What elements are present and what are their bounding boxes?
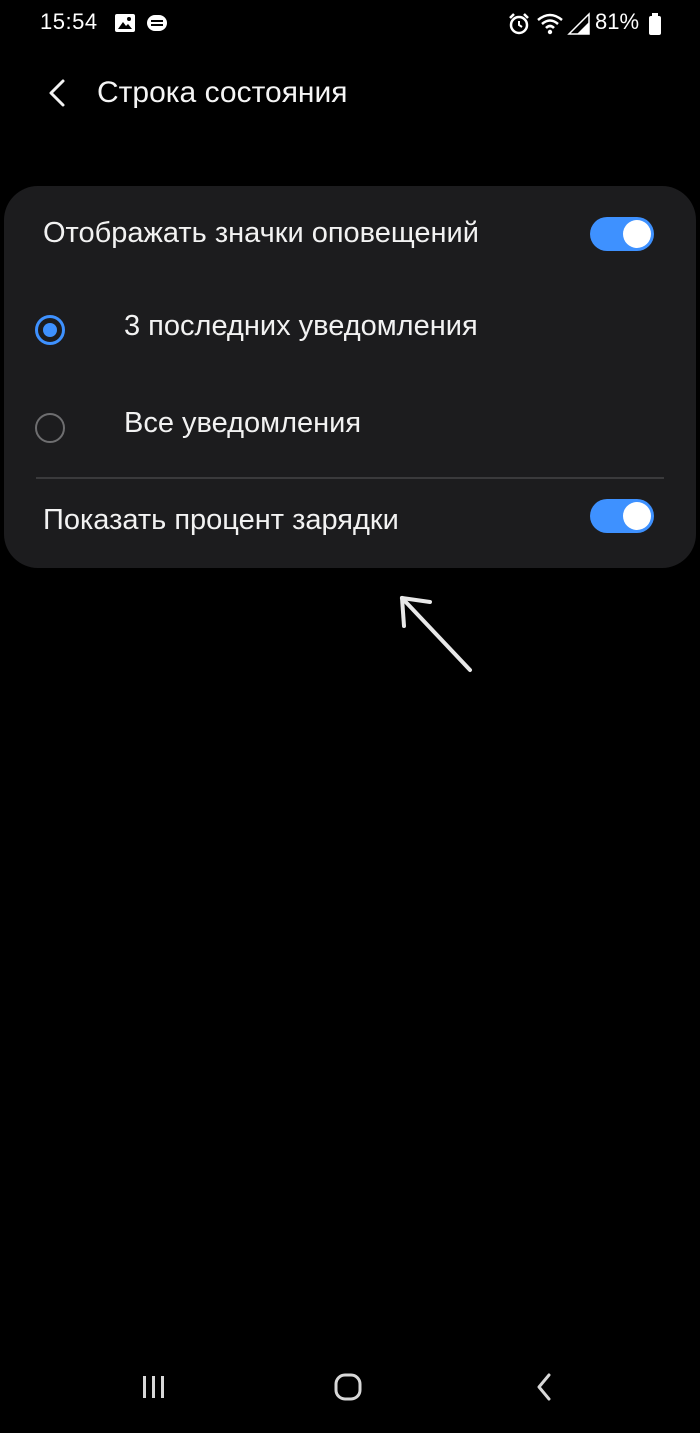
battery-icon xyxy=(648,12,662,40)
recent-apps-button[interactable] xyxy=(124,1366,184,1412)
show-notification-icons-toggle[interactable] xyxy=(590,217,654,251)
show-battery-percent-row[interactable]: Показать процент зарядки xyxy=(4,478,696,568)
gallery-icon xyxy=(114,13,136,37)
option-last-three-radio[interactable] xyxy=(35,315,65,345)
chevron-left-icon xyxy=(46,78,68,112)
status-bar: 15:54 81% xyxy=(0,0,700,50)
toggle-knob xyxy=(623,220,651,248)
show-battery-percent-label: Показать процент зарядки xyxy=(43,504,399,536)
option-all-radio[interactable] xyxy=(35,413,65,443)
navigation-bar xyxy=(0,1356,700,1422)
page-title: Строка состояния xyxy=(97,76,348,109)
nav-back-button[interactable] xyxy=(514,1366,574,1412)
home-button[interactable] xyxy=(318,1366,378,1412)
recent-apps-icon xyxy=(139,1374,169,1404)
radio-dot xyxy=(43,323,57,337)
show-notification-icons-label: Отображать значки оповещений xyxy=(43,217,479,249)
option-all-row[interactable]: Все уведомления xyxy=(4,380,696,476)
status-time: 15:54 xyxy=(40,9,98,34)
home-icon xyxy=(333,1372,363,1406)
option-all-label: Все уведомления xyxy=(124,407,362,439)
toggle-knob xyxy=(623,502,651,530)
back-button[interactable] xyxy=(36,74,78,116)
message-icon xyxy=(146,13,168,37)
status-bar-settings-card: Отображать значки оповещений 3 последних… xyxy=(4,186,696,568)
show-notification-icons-row[interactable]: Отображать значки оповещений xyxy=(4,186,696,282)
wifi-icon xyxy=(536,12,564,40)
show-battery-percent-toggle[interactable] xyxy=(590,499,654,533)
option-last-three-label: 3 последних уведомления xyxy=(124,310,478,342)
battery-percent: 81% xyxy=(595,9,640,34)
back-icon xyxy=(534,1372,554,1406)
signal-icon xyxy=(567,12,591,40)
annotation-arrow-icon xyxy=(388,586,488,690)
alarm-icon xyxy=(507,12,531,40)
option-last-three-row[interactable]: 3 последних уведомления xyxy=(4,282,696,378)
header: Строка состояния xyxy=(0,60,700,130)
